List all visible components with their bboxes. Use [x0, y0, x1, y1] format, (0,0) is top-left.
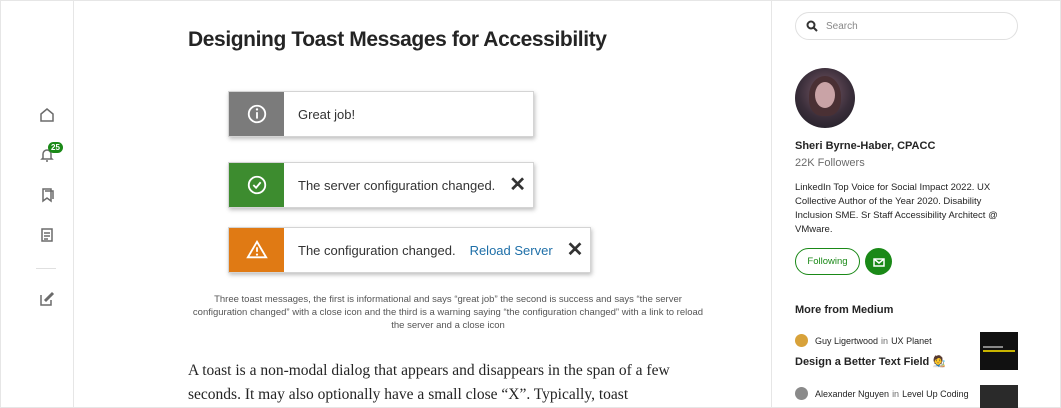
rec-in: in	[881, 335, 889, 346]
write-icon[interactable]	[38, 290, 56, 308]
article-title: Designing Toast Messages for Accessibili…	[188, 28, 607, 51]
rec-thumbnail[interactable]	[980, 332, 1018, 370]
avatar	[795, 387, 808, 400]
author-avatar[interactable]	[795, 68, 855, 128]
reload-server-link[interactable]: Reload Server	[470, 243, 553, 258]
toast-success-text: The server configuration changed.	[298, 177, 496, 193]
search-icon	[806, 20, 818, 32]
toast-info: Great job!	[228, 91, 534, 137]
right-sidebar: Sheri Byrne-Haber, CPACC 22K Followers L…	[771, 0, 1061, 408]
rec-thumbnail[interactable]	[980, 385, 1018, 408]
close-icon[interactable]: ✕	[567, 240, 584, 260]
search-box[interactable]	[795, 12, 1018, 40]
stories-icon[interactable]	[38, 226, 56, 244]
bookmarks-icon[interactable]	[38, 186, 56, 204]
rec-in: in	[892, 388, 900, 399]
author-bio: LinkedIn Top Voice for Social Impact 202…	[795, 182, 998, 235]
left-nav: 25	[0, 0, 74, 408]
warning-icon	[229, 228, 284, 272]
rec-author[interactable]: Alexander Nguyen	[815, 389, 889, 399]
rec-author[interactable]: Guy Ligertwood	[815, 336, 878, 346]
author-followers[interactable]: 22K Followers	[795, 157, 865, 169]
article-body: A toast is a non-modal dialog that appea…	[188, 362, 670, 403]
image-caption: Three toast messages, the first is infor…	[192, 294, 704, 331]
author-name[interactable]: Sheri Byrne-Haber, CPACC	[795, 140, 935, 152]
close-icon[interactable]: ✕	[509, 175, 526, 195]
rec-publication[interactable]: Level Up Coding	[902, 389, 969, 399]
more-from-medium-heading: More from Medium	[795, 304, 894, 316]
avatar	[795, 334, 808, 347]
toast-info-text: Great job!	[298, 106, 356, 122]
recommendation-item[interactable]: Alexander Nguyen in Level Up Coding	[795, 385, 1020, 408]
toast-warning-text: The configuration changed.	[298, 242, 456, 258]
toast-success: The server configuration changed. ✕	[228, 162, 534, 208]
subscribe-button[interactable]	[865, 248, 892, 275]
home-icon[interactable]	[38, 106, 56, 124]
search-input[interactable]	[826, 20, 1006, 32]
rec-publication[interactable]: UX Planet	[891, 336, 932, 346]
toast-warning: The configuration changed. Reload Server…	[228, 227, 591, 273]
following-button[interactable]: Following	[795, 248, 860, 275]
mail-plus-icon	[872, 257, 885, 267]
nav-divider	[36, 268, 56, 269]
recommendation-item[interactable]: Guy Ligertwood in UX Planet Design a Bet…	[795, 332, 1020, 370]
info-icon	[229, 92, 284, 136]
notifications-badge: 25	[48, 142, 63, 153]
check-circle-icon	[229, 163, 284, 207]
